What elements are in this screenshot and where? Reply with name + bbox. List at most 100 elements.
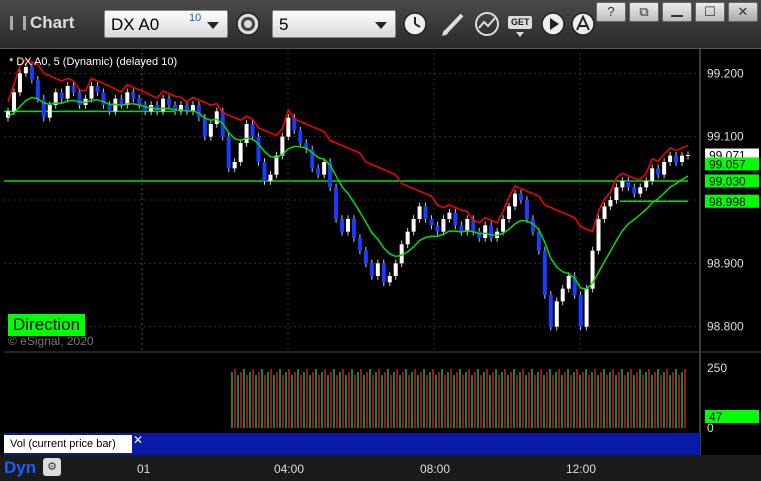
direction-study-label[interactable]: Direction — [8, 314, 86, 336]
candle-body — [357, 238, 362, 251]
candle-body — [202, 117, 207, 137]
candle-body — [322, 162, 327, 175]
settings-button[interactable] — [233, 10, 263, 38]
candle-body — [214, 111, 219, 124]
play-icon — [541, 12, 565, 36]
candle-body — [196, 105, 201, 118]
candle-body — [363, 250, 368, 264]
app-title: Chart — [10, 13, 74, 33]
time-axis-bar — [0, 455, 761, 481]
candle-body — [387, 276, 392, 283]
get-data-button[interactable]: GET — [506, 10, 536, 38]
candle-body — [29, 67, 34, 80]
candle-body — [226, 136, 231, 169]
clock-icon — [403, 12, 427, 36]
candle-body — [316, 168, 321, 175]
alert-button[interactable] — [568, 10, 598, 38]
candle-body — [596, 219, 601, 251]
gear-icon — [236, 12, 260, 36]
close-icon[interactable]: ✕ — [133, 433, 143, 447]
price-marker-label: 99.057 — [709, 157, 746, 171]
copyright: © eSignal, 2020 — [8, 334, 94, 348]
settings-small-icon[interactable]: ⚙ — [43, 458, 61, 476]
restore-button[interactable]: ⧉ — [629, 2, 659, 22]
interval-text: 5 — [279, 15, 289, 34]
interval-combo[interactable]: 5 — [272, 10, 396, 38]
candle-body — [614, 187, 619, 200]
minimize-icon — [671, 15, 683, 17]
candle-body — [518, 193, 523, 200]
symbol-text: DX A0 — [111, 15, 160, 34]
symbol-count: 10 — [189, 12, 202, 24]
price-tick-label: 99.100 — [707, 130, 744, 144]
price-tick-label: 99.200 — [707, 66, 744, 80]
candle-body — [334, 187, 339, 219]
candle-body — [548, 295, 553, 327]
dynamic-mode[interactable]: Dyn — [4, 458, 36, 478]
candle-body — [560, 288, 565, 302]
play-button[interactable] — [538, 10, 568, 38]
candle-body — [513, 193, 518, 207]
price-marker-label: 98.998 — [709, 195, 746, 209]
get-label: GET — [511, 17, 530, 27]
candle-body — [17, 73, 22, 93]
candle-body — [71, 86, 76, 93]
candle-body — [286, 117, 291, 137]
close-button[interactable]: ✕ — [728, 2, 758, 22]
red-stop-line — [7, 58, 689, 233]
candle-body — [650, 168, 655, 181]
candle-body — [369, 263, 374, 276]
chart-window: Chart DX A0 10 5 GET ? ⧉ ☐ ✕ 99.200 99.1… — [0, 0, 761, 481]
candle-body — [262, 162, 267, 181]
candle-body — [268, 174, 273, 181]
candle-body — [95, 86, 100, 93]
price-tick-label: 98.800 — [707, 320, 744, 334]
symbol-combo[interactable]: DX A0 10 — [104, 10, 228, 38]
studies-button[interactable] — [472, 10, 502, 38]
candle-body — [244, 124, 249, 143]
candle-body — [483, 225, 488, 238]
candle-body — [47, 105, 52, 118]
time-button[interactable] — [400, 10, 430, 38]
candle-body — [393, 263, 398, 276]
candle-body — [35, 79, 40, 99]
candle-body — [274, 155, 279, 175]
candle-body — [644, 181, 649, 188]
price-marker-label: 99.030 — [709, 175, 746, 189]
candle-body — [680, 155, 685, 162]
help-button[interactable]: ? — [596, 2, 626, 22]
candle-body — [554, 301, 559, 327]
time-tick-0800: 08:00 — [420, 462, 451, 476]
candle-body — [686, 155, 690, 157]
candle-body — [250, 124, 255, 137]
vol-marker-label: 47 — [709, 410, 723, 424]
price-markers: 99.07199.05799.03098.998 — [705, 148, 759, 209]
candle-body — [584, 288, 589, 327]
horizontal-levels — [4, 110, 688, 203]
candle-body — [340, 219, 345, 232]
volume-study-label[interactable]: Vol (current price bar) — [4, 435, 132, 453]
candle-body — [77, 92, 82, 105]
candle-body — [351, 219, 356, 238]
candle-body — [668, 155, 673, 162]
price-chart[interactable]: 99.20099.10099.00098.90098.800 99.07199.… — [0, 48, 761, 481]
candle-body — [602, 206, 607, 219]
candle-body — [578, 295, 583, 327]
candle-body — [632, 187, 637, 194]
candle-body — [119, 98, 124, 105]
candle-body — [256, 136, 261, 162]
candle-body — [423, 206, 428, 219]
minimize-button[interactable] — [662, 2, 692, 22]
candle-body — [524, 200, 529, 219]
candle-body — [489, 225, 494, 238]
candle-body — [11, 92, 16, 112]
maximize-button[interactable]: ☐ — [695, 2, 725, 22]
candle-body — [65, 86, 70, 99]
green-trend-line — [7, 96, 689, 290]
candle-body — [429, 219, 434, 226]
candle-body — [662, 162, 667, 175]
candle-body — [542, 250, 547, 295]
candle-body — [536, 231, 541, 251]
draw-button[interactable] — [438, 10, 468, 38]
candle-body — [107, 105, 112, 112]
